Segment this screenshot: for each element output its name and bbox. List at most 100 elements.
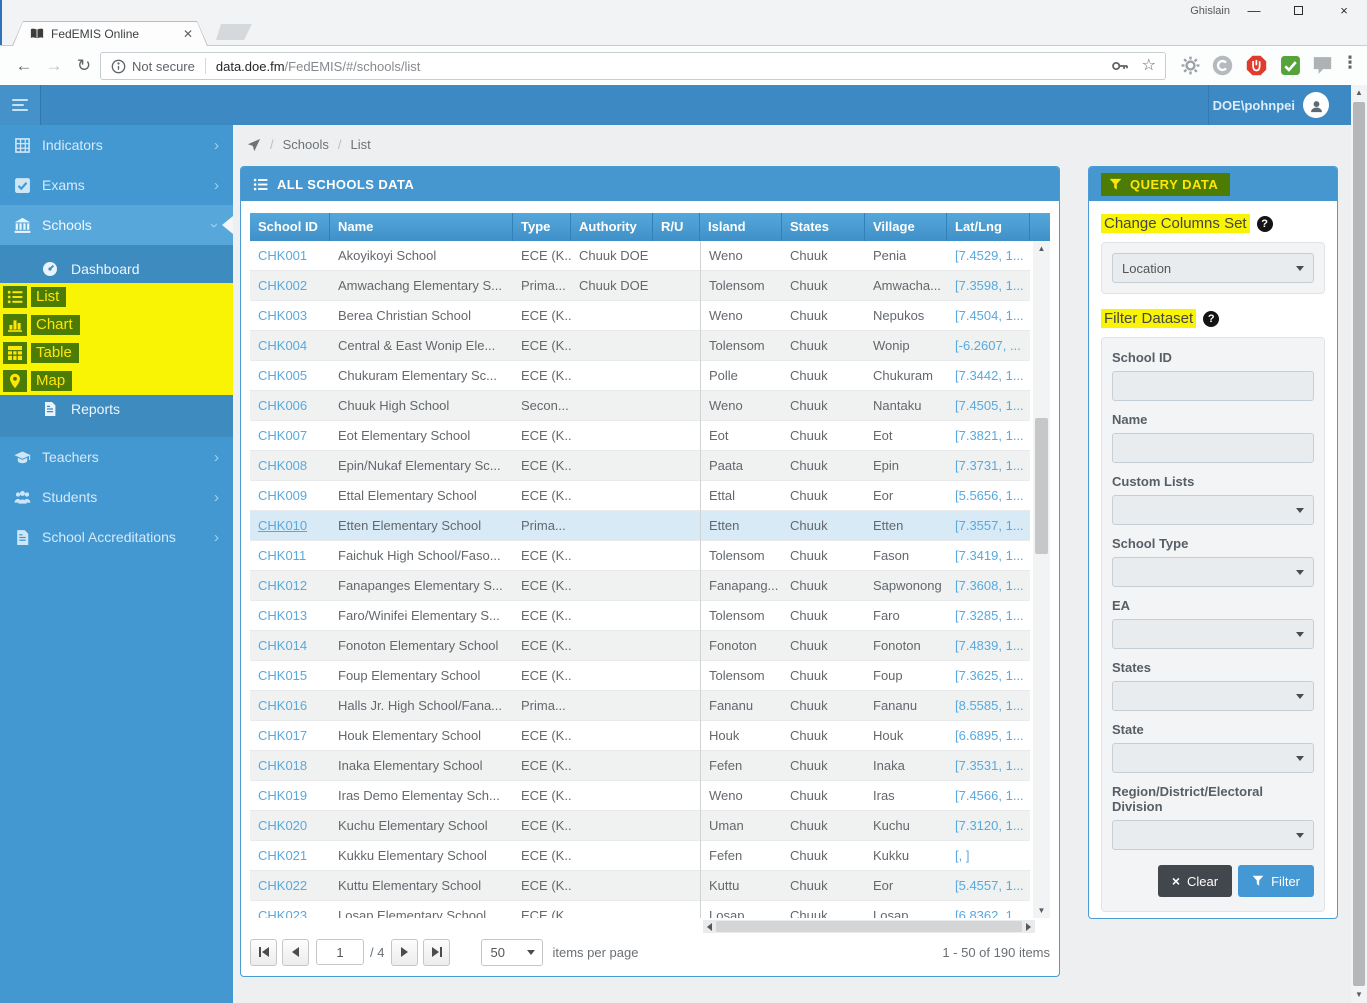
column-header-authority[interactable]: Authority [571,213,653,241]
cell-lat-lng[interactable]: [7.4504, 1... [947,301,1030,331]
browser-menu-icon[interactable]: ⋮ [1341,53,1359,73]
previous-page-button[interactable] [282,939,309,966]
page-number-input[interactable] [316,939,364,965]
school-id-link[interactable]: CHK010 [258,518,307,533]
bookmark-star-icon[interactable]: ☆ [1142,58,1156,74]
cell-lat-lng[interactable]: [7.3419, 1... [947,541,1030,571]
browser-profile-name[interactable]: Ghislain [1190,5,1230,17]
sidebar-subitem-chart[interactable]: Chart [0,311,233,339]
sidebar-item-schools[interactable]: Schools› [0,205,233,245]
column-header-states[interactable]: States [782,213,865,241]
scroll-up-icon[interactable]: ▲ [1033,241,1050,256]
sidebar-subitem-table[interactable]: Table [0,339,233,367]
next-page-button[interactable] [391,939,418,966]
scroll-right-icon[interactable] [1026,923,1031,931]
hamburger-menu-icon[interactable] [0,85,41,125]
extension-stop-hand-icon[interactable] [1246,55,1267,76]
scroll-down-icon[interactable]: ▼ [1033,903,1050,918]
vertical-scroll-thumb[interactable] [1035,418,1048,554]
table-row[interactable]: CHK012Fanapanges Elementary S...ECE (K..… [250,571,1030,601]
extension-c-icon[interactable] [1212,55,1233,76]
column-header-island[interactable]: Island [700,213,782,241]
back-button[interactable]: ← [12,54,36,78]
sidebar-item-indicators[interactable]: Indicators› [0,125,233,165]
filter-select-states[interactable] [1112,681,1314,711]
first-page-button[interactable] [250,939,277,966]
extension-bubble-icon[interactable] [1312,55,1333,76]
cell-lat-lng[interactable]: [7.3285, 1... [947,601,1030,631]
column-header-name[interactable]: Name [330,213,513,241]
table-row[interactable]: CHK002Amwachang Elementary S...Prima...C… [250,271,1030,301]
table-row[interactable]: CHK019Iras Demo Elementay Sch...ECE (K..… [250,781,1030,811]
column-header-r-u[interactable]: R/U [653,213,700,241]
cell-lat-lng[interactable]: [6.6895, 1... [947,721,1030,751]
column-header-lat-lng[interactable]: Lat/Lng [947,213,1030,241]
column-header-school-id[interactable]: School ID [250,213,330,241]
column-header-village[interactable]: Village [865,213,947,241]
school-id-link[interactable]: CHK020 [258,818,307,833]
cell-lat-lng[interactable]: [7.3531, 1... [947,751,1030,781]
cell-lat-lng[interactable]: [, ] [947,841,1030,871]
table-row[interactable]: CHK016Halls Jr. High School/Fana...Prima… [250,691,1030,721]
window-maximize-button[interactable] [1284,1,1312,20]
school-id-link[interactable]: CHK005 [258,368,307,383]
table-row[interactable]: CHK008Epin/Nukaf Elementary Sc...ECE (K.… [250,451,1030,481]
school-id-link[interactable]: CHK006 [258,398,307,413]
table-row[interactable]: CHK006Chuuk High SchoolSecon...WenoChuuk… [250,391,1030,421]
scroll-up-icon[interactable]: ▲ [1351,85,1367,101]
cell-lat-lng[interactable]: [7.4839, 1... [947,631,1030,661]
cell-lat-lng[interactable]: [7.4566, 1... [947,781,1030,811]
filter-button[interactable]: Filter [1238,865,1314,897]
table-row[interactable]: CHK014Fonoton Elementary SchoolECE (K...… [250,631,1030,661]
school-id-link[interactable]: CHK019 [258,788,307,803]
school-id-link[interactable]: CHK004 [258,338,307,353]
help-icon[interactable]: ? [1257,216,1273,232]
cell-lat-lng[interactable]: [7.3557, 1... [947,511,1030,541]
breadcrumb-list[interactable]: List [351,137,371,152]
extension-check-icon[interactable] [1280,55,1301,76]
school-id-link[interactable]: CHK001 [258,248,307,263]
window-close-button[interactable]: × [1330,1,1358,20]
forward-button[interactable]: → [42,54,66,78]
browser-tab[interactable]: FedEMIS Online ✕ [12,21,208,46]
tab-close-icon[interactable]: ✕ [183,27,193,41]
table-row[interactable]: CHK001Akoyikoyi SchoolECE (K...Chuuk DOE… [250,241,1030,271]
table-row[interactable]: CHK013Faro/Winifei Elementary S...ECE (K… [250,601,1030,631]
scroll-left-icon[interactable] [707,923,712,931]
cell-lat-lng[interactable]: [7.4505, 1... [947,391,1030,421]
page-scrollbar[interactable]: ▲ ▼ [1351,85,1367,1003]
sidebar-item-school-accreditations[interactable]: School Accreditations› [0,517,233,557]
refresh-button[interactable]: ↻ [72,54,96,78]
table-row[interactable]: CHK017Houk Elementary SchoolECE (K...Hou… [250,721,1030,751]
sidebar-item-exams[interactable]: Exams› [0,165,233,205]
sidebar-subitem-list[interactable]: List [0,283,233,311]
table-row[interactable]: CHK010Etten Elementary SchoolPrima...Ett… [250,511,1030,541]
school-id-link[interactable]: CHK008 [258,458,307,473]
avatar[interactable] [1303,92,1329,118]
filter-select-state[interactable] [1112,743,1314,773]
school-id-link[interactable]: CHK013 [258,608,307,623]
home-icon[interactable] [247,138,261,152]
school-id-link[interactable]: CHK015 [258,668,307,683]
school-id-link[interactable]: CHK007 [258,428,307,443]
cell-lat-lng[interactable]: [5.5656, 1... [947,481,1030,511]
address-bar[interactable]: Not secure data.doe.fm/FedEMIS/#/schools… [100,52,1166,80]
clear-button[interactable]: ×Clear [1158,865,1232,897]
sidebar-subitem-reports[interactable]: Reports [0,395,233,423]
school-id-link[interactable]: CHK011 [258,548,306,563]
horizontal-scroll-thumb[interactable] [716,921,1022,932]
filter-select-custom-lists[interactable] [1112,495,1314,525]
cell-lat-lng[interactable]: [7.3120, 1... [947,811,1030,841]
school-id-link[interactable]: CHK022 [258,878,307,893]
page-size-select[interactable]: 50 [481,939,543,966]
filter-input-school-id[interactable] [1112,371,1314,401]
scroll-down-icon[interactable]: ▼ [1351,987,1367,1003]
table-row[interactable]: CHK004Central & East Wonip Ele...ECE (K.… [250,331,1030,361]
filter-select-ea[interactable] [1112,619,1314,649]
table-row[interactable]: CHK018Inaka Elementary SchoolECE (K...Fe… [250,751,1030,781]
columns-set-select[interactable]: Location [1112,253,1314,283]
cell-lat-lng[interactable]: [7.3625, 1... [947,661,1030,691]
sidebar-item-students[interactable]: Students› [0,477,233,517]
cell-lat-lng[interactable]: [6.8362, 1... [947,901,1030,918]
cell-lat-lng[interactable]: [8.5585, 1... [947,691,1030,721]
